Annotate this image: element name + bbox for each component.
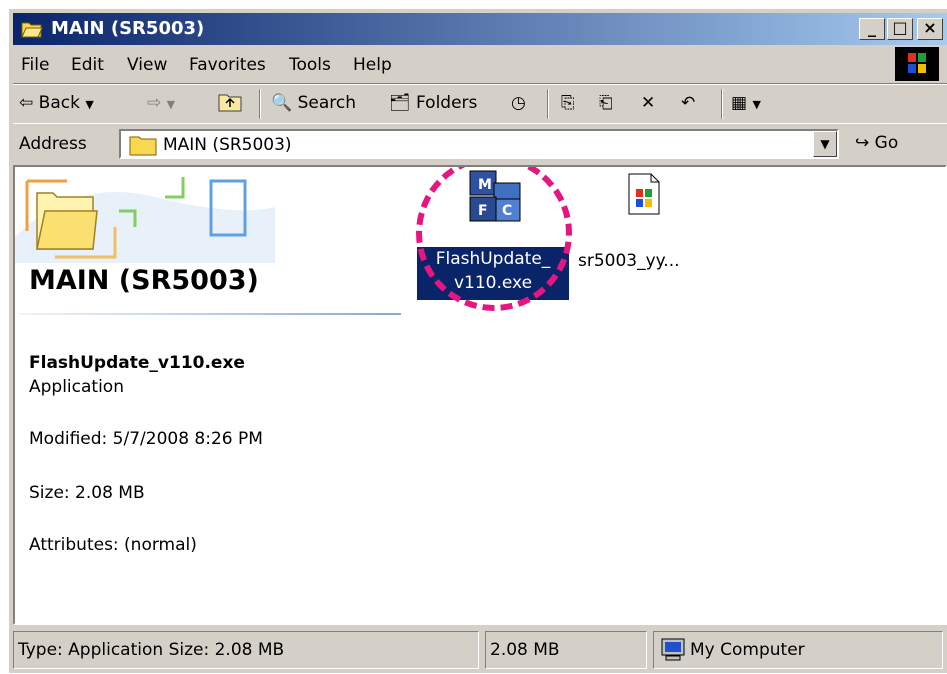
address-label: Address (19, 134, 87, 154)
menu-bar: File Edit View Favorites Tools Help (13, 47, 947, 84)
folder-view[interactable]: MAIN (SR5003) FlashUpdate_v110.exe Appli… (13, 165, 947, 625)
selected-file-size: Size: 2.08 MB (29, 483, 145, 503)
folders-button[interactable]: 🗂 Folders (389, 93, 477, 113)
close-button[interactable]: × (917, 18, 943, 40)
webview-banner-graphic (15, 167, 345, 263)
selected-file-type: Application (29, 377, 124, 397)
forward-dropdown-icon[interactable]: ▼ (167, 98, 175, 111)
go-label: Go (874, 133, 899, 153)
menu-tools[interactable]: Tools (289, 55, 331, 75)
file-label: sr5003_yy... (578, 251, 680, 271)
undo-icon: ↶ (681, 93, 696, 113)
copy-to-button[interactable]: ⎗ (599, 93, 613, 113)
windows-logo-icon (895, 47, 939, 81)
toolbar-separator (547, 89, 549, 119)
title-divider (19, 313, 401, 315)
folder-open-icon (21, 22, 43, 38)
search-label: Search (297, 93, 356, 113)
delete-button[interactable]: ✕ (641, 93, 655, 113)
folders-icon: 🗂 (389, 93, 411, 113)
status-size: 2.08 MB (485, 631, 647, 669)
my-computer-icon (661, 638, 685, 661)
up-folder-icon (218, 94, 242, 112)
folders-label: Folders (416, 93, 478, 113)
windows-file-icon (628, 173, 660, 215)
selected-file-modified: Modified: 5/7/2008 8:26 PM (29, 429, 263, 449)
up-folder-button[interactable] (217, 91, 243, 118)
status-bar: Type: Application Size: 2.08 MB 2.08 MB … (13, 627, 947, 674)
views-button[interactable]: ▦ ▼ (731, 93, 761, 113)
selected-file-name: FlashUpdate_v110.exe (29, 353, 245, 373)
back-label: Back (38, 93, 80, 113)
address-input[interactable]: MAIN (SR5003) (119, 129, 839, 159)
status-type-size: Type: Application Size: 2.08 MB (13, 631, 479, 669)
toolbar-separator (259, 89, 261, 119)
selected-file-attributes: Attributes: (normal) (29, 535, 197, 555)
go-arrow-icon: ↪ (855, 133, 870, 153)
window-title: MAIN (SR5003) (51, 18, 205, 39)
go-button[interactable]: ↪ Go (855, 133, 898, 153)
address-dropdown-button[interactable]: ▼ (813, 131, 837, 157)
move-to-icon: ⎘ (561, 93, 575, 113)
back-dropdown-icon[interactable]: ▼ (85, 98, 93, 111)
history-button[interactable]: ◷ (511, 93, 526, 113)
explorer-window: MAIN (SR5003) _ □ × File Edit View Favor… (8, 8, 947, 673)
undo-button[interactable]: ↶ (681, 93, 695, 113)
move-to-button[interactable]: ⎘ (561, 93, 575, 113)
address-bar: Address MAIN (SR5003) ▼ ↪ Go (13, 123, 947, 166)
search-button[interactable]: 🔍 Search (271, 93, 356, 113)
chevron-down-icon: ▼ (820, 137, 830, 151)
status-zone-label: My Computer (690, 640, 805, 660)
address-value: MAIN (SR5003) (163, 135, 292, 155)
folder-title: MAIN (SR5003) (29, 265, 259, 296)
toolbar-separator (721, 89, 723, 119)
views-dropdown-icon[interactable]: ▼ (752, 98, 760, 111)
menu-edit[interactable]: Edit (71, 55, 104, 75)
search-icon: 🔍 (271, 93, 293, 113)
status-zone: My Computer (653, 631, 943, 669)
back-arrow-icon: ⇦ (19, 93, 34, 113)
delete-icon: ✕ (641, 93, 656, 113)
standard-toolbar: ⇦ Back ▼ ⇨ ▼ 🔍 Search 🗂 Folders ◷ ⎘ ⎗ ✕ … (13, 84, 947, 124)
minimize-button[interactable]: _ (859, 18, 885, 40)
maximize-button[interactable]: □ (887, 18, 913, 40)
forward-arrow-icon: ⇨ (147, 93, 162, 113)
menu-favorites[interactable]: Favorites (189, 55, 266, 75)
views-icon: ▦ (731, 93, 748, 113)
folder-icon (129, 136, 157, 156)
history-icon: ◷ (511, 93, 526, 113)
menu-help[interactable]: Help (353, 55, 392, 75)
forward-button[interactable]: ⇨ ▼ (147, 93, 175, 113)
menu-view[interactable]: View (127, 55, 167, 75)
menu-file[interactable]: File (21, 55, 49, 75)
back-button[interactable]: ⇦ Back ▼ (19, 93, 94, 113)
copy-to-icon: ⎗ (599, 93, 613, 113)
title-bar[interactable]: MAIN (SR5003) _ □ × (13, 13, 947, 45)
